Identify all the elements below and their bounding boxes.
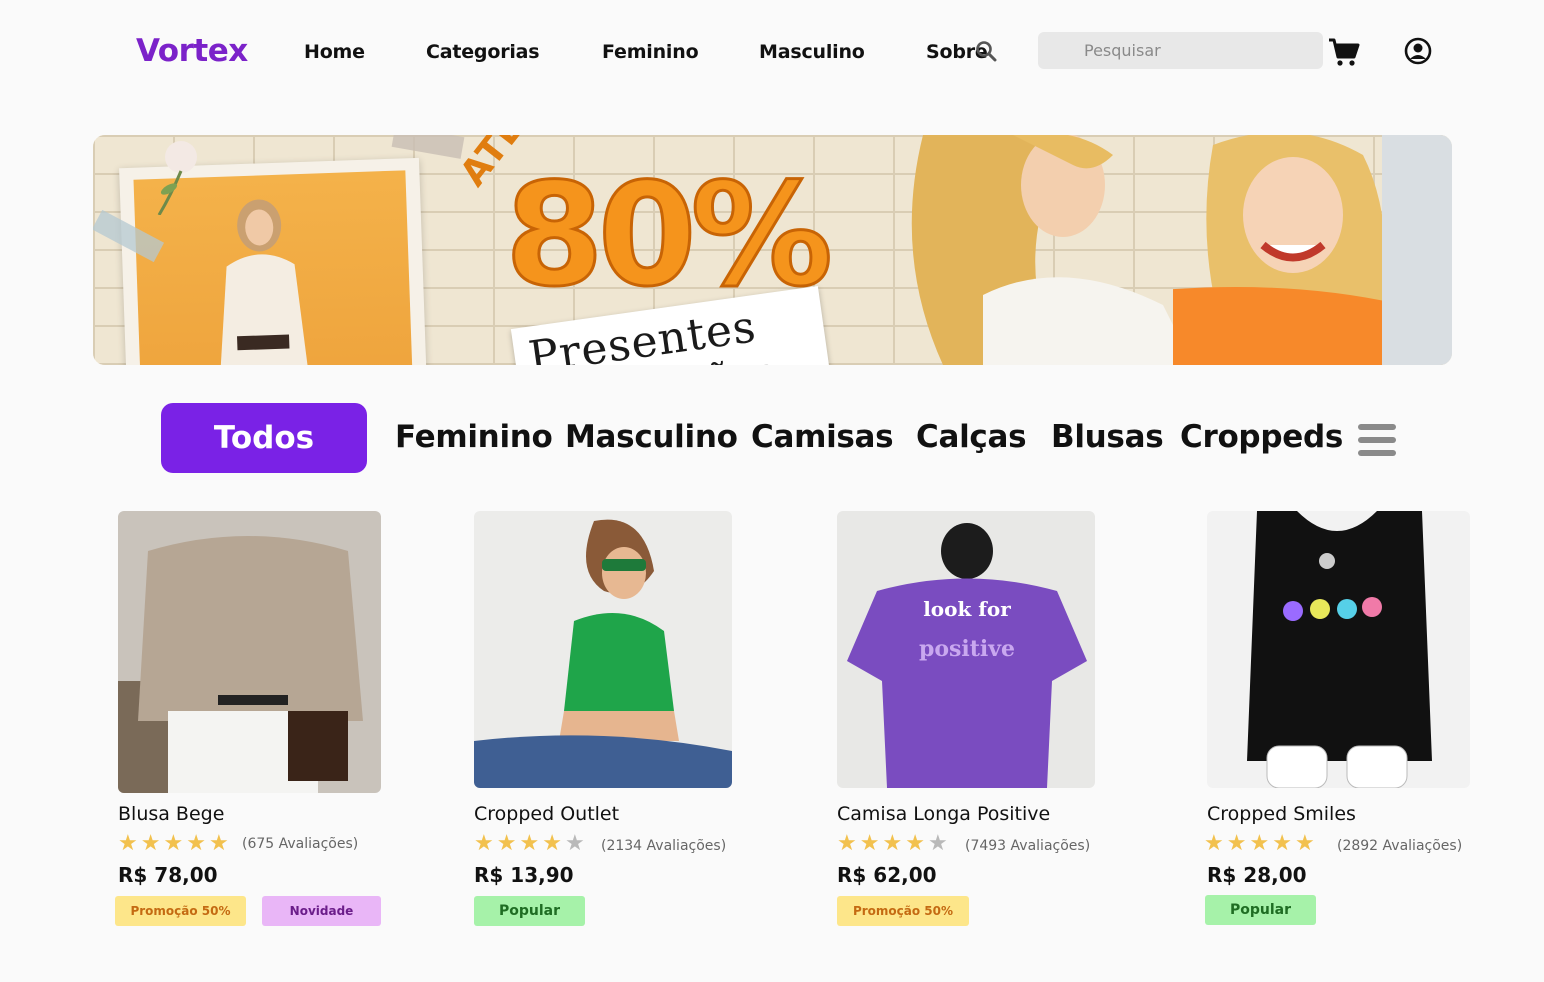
promo-banner[interactable]: ATÉ 80% Presentes mães: [93, 135, 1452, 365]
star-icon: ★: [859, 831, 880, 856]
product-name[interactable]: Cropped Outlet: [474, 803, 619, 825]
star-icon: ★: [496, 831, 517, 856]
star-icon: ★: [140, 831, 161, 856]
product-price: R$ 28,00: [1207, 863, 1307, 887]
nav-feminino[interactable]: Feminino: [602, 41, 699, 63]
star-icon: ★: [837, 831, 857, 856]
product-reviews: (7493 Avaliações): [965, 838, 1091, 854]
star-icon: ★: [1204, 831, 1224, 856]
star-icon: ★: [1249, 831, 1270, 856]
star-icon: ★: [519, 831, 540, 856]
category-masculino[interactable]: Masculino: [565, 419, 738, 455]
nav-categorias[interactable]: Categorias: [426, 41, 540, 63]
nav-masculino[interactable]: Masculino: [759, 41, 865, 63]
shirt-print-text: look for: [923, 597, 1011, 621]
product-rating: ★ ★ ★ ★ ★: [837, 833, 948, 855]
torn-paper-decoration: [1382, 135, 1452, 365]
product-price: R$ 62,00: [837, 863, 937, 887]
banner-discount: 80%: [504, 153, 835, 318]
star-icon: ★: [882, 831, 903, 856]
product-image[interactable]: [1207, 511, 1470, 788]
popular-badge: Popular: [474, 896, 585, 926]
promo-badge: Promoção 50%: [837, 896, 969, 926]
new-badge: Novidade: [262, 896, 381, 926]
search-input[interactable]: [1038, 32, 1323, 69]
brand-logo[interactable]: Vortex: [136, 33, 248, 69]
product-image[interactable]: look for positive: [837, 511, 1095, 788]
product-reviews: (2892 Avaliações): [1337, 838, 1463, 854]
shirt-print-text: positive: [919, 636, 1015, 662]
product-rating: ★ ★ ★ ★ ★: [474, 833, 585, 855]
star-icon: ★: [927, 831, 948, 856]
product-price: R$ 78,00: [118, 863, 218, 887]
star-icon: ★: [564, 831, 585, 856]
category-croppeds[interactable]: Croppeds: [1180, 419, 1343, 455]
nav-home[interactable]: Home: [304, 41, 365, 63]
star-icon: ★: [1272, 831, 1292, 856]
category-todos[interactable]: Todos: [161, 403, 367, 473]
promo-badge: Promoção 50%: [115, 896, 246, 926]
star-icon: ★: [186, 831, 206, 856]
product-rating: ★ ★ ★ ★ ★: [1204, 833, 1315, 855]
product-name[interactable]: Camisa Longa Positive: [837, 803, 1050, 825]
star-icon: ★: [118, 831, 138, 856]
model-image: [217, 199, 314, 365]
cart-icon[interactable]: [1328, 37, 1360, 67]
popular-badge: Popular: [1205, 895, 1316, 925]
product-price: R$ 13,90: [474, 863, 574, 887]
product-name[interactable]: Cropped Smiles: [1207, 803, 1356, 825]
category-camisas[interactable]: Camisas: [751, 419, 894, 455]
flower-decoration: [157, 141, 197, 215]
product-image[interactable]: [118, 511, 381, 793]
menu-icon[interactable]: [1358, 424, 1396, 456]
star-icon: ★: [1226, 831, 1247, 856]
user-icon[interactable]: [1404, 37, 1432, 65]
mother-image: [911, 135, 1193, 365]
star-icon: ★: [474, 831, 494, 856]
product-image[interactable]: [474, 511, 732, 788]
star-icon: ★: [208, 831, 229, 856]
star-icon: ★: [542, 831, 562, 856]
star-icon: ★: [1294, 831, 1315, 856]
product-rating: ★ ★ ★ ★ ★: [118, 833, 229, 855]
child-image: [1173, 135, 1413, 365]
product-reviews: (675 Avaliações): [242, 836, 359, 852]
category-feminino[interactable]: Feminino: [395, 419, 553, 455]
product-reviews: (2134 Avaliações): [601, 838, 727, 854]
star-icon: ★: [163, 831, 184, 856]
category-calcas[interactable]: Calças: [916, 419, 1027, 455]
search-icon[interactable]: [975, 40, 997, 62]
product-name[interactable]: Blusa Bege: [118, 803, 224, 825]
star-icon: ★: [905, 831, 925, 856]
category-blusas[interactable]: Blusas: [1051, 419, 1164, 455]
